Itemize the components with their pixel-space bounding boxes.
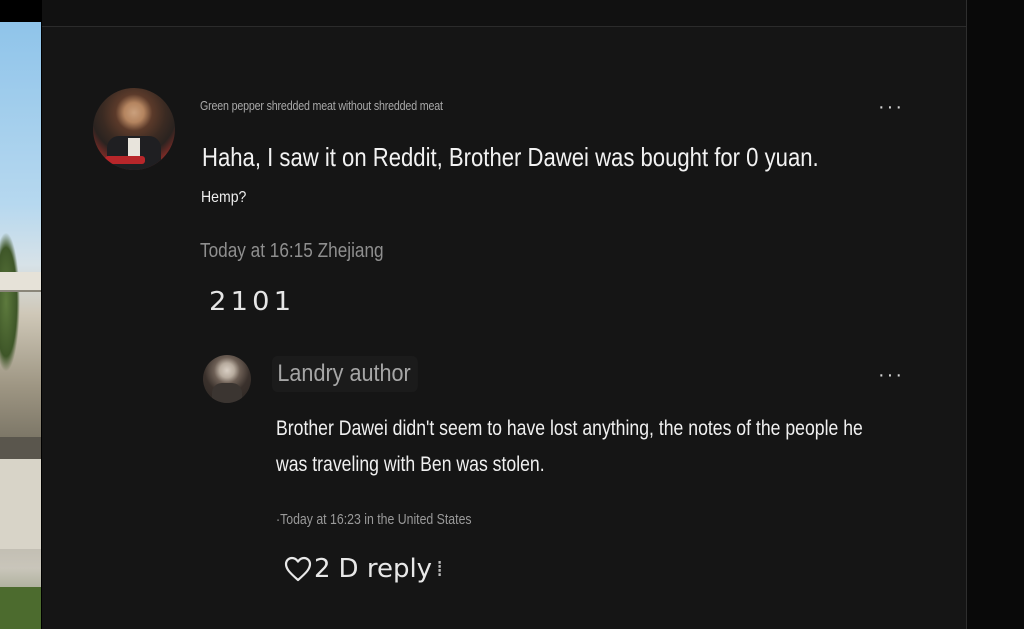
reply-author-username[interactable]: Landry author [272, 356, 418, 392]
commenter-username[interactable]: Green pepper shredded meat without shred… [200, 98, 443, 113]
comment-text: Haha, I saw it on Reddit, Brother Dawei … [202, 142, 819, 172]
photo-roof [0, 272, 41, 292]
text-cursor-icon: ⁞ [436, 556, 444, 582]
background-photo [0, 22, 41, 629]
comment-panel: Green pepper shredded meat without shred… [42, 0, 966, 629]
more-horizontal-icon[interactable]: ··· [878, 365, 904, 385]
comment-like-count: 2101 [209, 287, 296, 317]
panel-top-bar [42, 0, 966, 27]
reply-timestamp-location: ·Today at 16:23 in the United States [276, 511, 472, 528]
avatar-banner [105, 156, 145, 164]
more-horizontal-icon[interactable]: ··· [878, 97, 904, 117]
reply-text: Brother Dawei didn't seem to have lost a… [276, 417, 863, 476]
right-background [967, 0, 1024, 629]
photo-wall [0, 459, 41, 549]
reply-author-avatar[interactable] [203, 355, 251, 403]
photo-tree [0, 232, 20, 372]
reply-button[interactable]: D reply [339, 554, 433, 584]
reply-action-row: 2 D reply ⁞ [284, 554, 443, 584]
photo-bush [0, 587, 41, 629]
photo-roof-lower [0, 437, 41, 459]
left-background-strip [0, 0, 42, 629]
avatar-figure [212, 383, 242, 403]
comment-subtext: Hemp? [201, 189, 247, 206]
reply-like-count: 2 [314, 554, 331, 584]
commenter-avatar[interactable] [93, 88, 175, 170]
heart-outline-icon[interactable] [284, 556, 312, 582]
comment-timestamp-location: Today at 16:15 Zhejiang [200, 240, 384, 262]
